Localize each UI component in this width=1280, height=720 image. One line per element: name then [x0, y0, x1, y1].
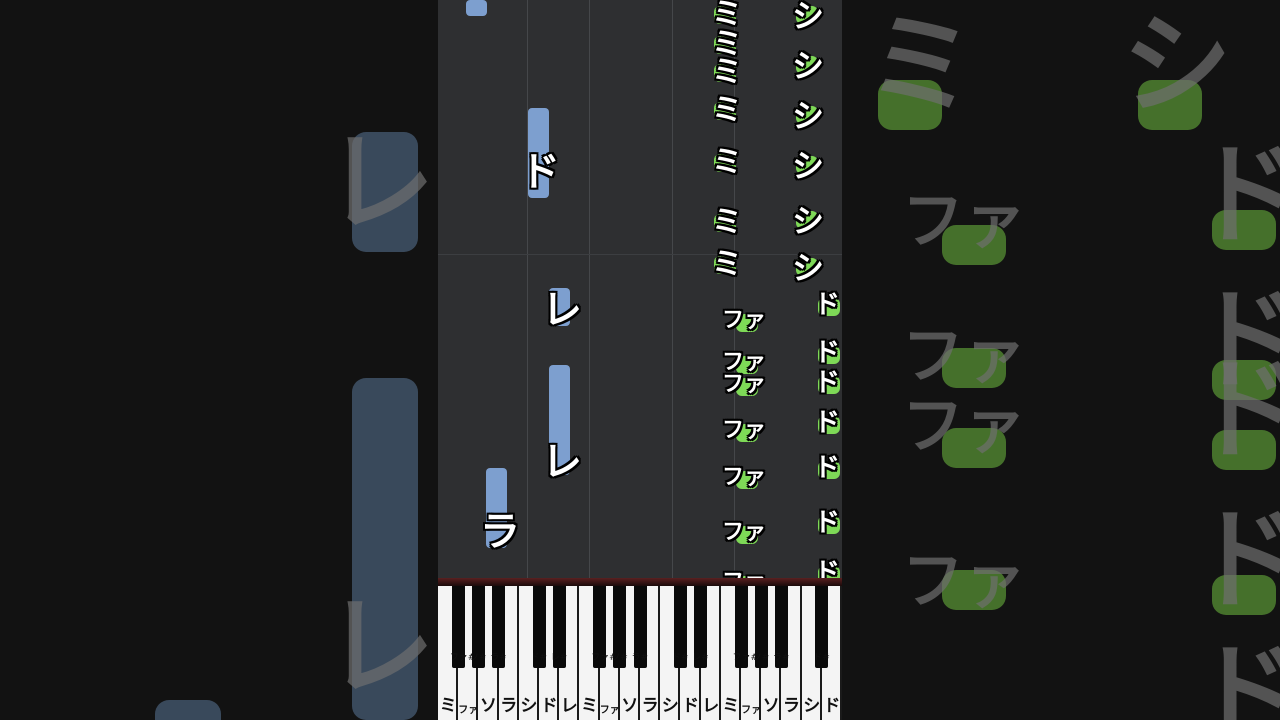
white-key-label: シ: [661, 696, 679, 716]
grid-line: [527, 0, 528, 578]
note-label: シ: [792, 249, 825, 287]
note-label: ファ: [722, 418, 767, 443]
black-key-label: ソ#: [469, 653, 487, 663]
note-label: ド: [814, 338, 841, 368]
white-key-label: ミ: [439, 696, 457, 716]
note-label: ファ: [722, 308, 767, 333]
note-label: ファ: [722, 372, 767, 397]
note-label: ド: [814, 453, 841, 483]
white-key-label: ラ: [500, 696, 518, 716]
white-key-label: ド: [823, 696, 841, 716]
note-label: ラ: [480, 509, 520, 555]
black-key-label: ド#: [813, 653, 830, 663]
blur-label: ド: [1192, 631, 1280, 720]
blur-label: レ: [325, 119, 435, 247]
background-left-blur: レ レ: [0, 0, 438, 720]
blur-label: ファ: [902, 319, 1027, 392]
note-label: シ: [792, 47, 825, 85]
note-label: ミ: [712, 247, 742, 282]
note-label: ド: [814, 368, 841, 398]
black-key-label: ラ#: [772, 653, 790, 663]
piano-roll-stage: ドレレラミミミミミミミシシシシシシファファファファファファファドドドドドドド ミ…: [438, 0, 842, 720]
grid-line: [438, 254, 842, 255]
note-label: シ: [792, 97, 825, 135]
white-key-label: レ: [560, 696, 578, 716]
white-key-label: ファ: [599, 705, 620, 716]
note-label: ド: [814, 408, 841, 438]
black-key-label: ド#: [671, 653, 689, 663]
white-key-label: ラ: [641, 696, 659, 716]
black-key-label: レ#: [550, 653, 568, 663]
blur-label: シ: [1122, 1, 1232, 129]
note-label: レ: [542, 439, 582, 485]
falling-note-blue: [466, 0, 487, 16]
note-label: ミ: [712, 145, 742, 180]
white-key-label: レ: [702, 696, 720, 716]
white-key-label: ミ: [722, 696, 740, 716]
keyboard-hit-line: [438, 578, 842, 586]
black-key-label: ド#: [530, 653, 548, 663]
note-label: ド: [814, 508, 841, 538]
white-key-label: ミ: [580, 696, 598, 716]
blur-label: ド: [1192, 346, 1280, 474]
note-label: シ: [792, 0, 825, 35]
background-right-blur: ミ シ ド ファ ド ファ ド ファ ド ファ ド: [842, 0, 1280, 720]
blur-label: ファ: [902, 389, 1027, 462]
blur-label: ド: [1192, 131, 1280, 259]
blur-label: ファ: [902, 544, 1027, 617]
white-key-label: ソ: [762, 696, 780, 716]
grid-line: [672, 0, 673, 578]
white-key-label: シ: [803, 696, 821, 716]
note-label: ファ: [722, 350, 767, 375]
piano-keyboard[interactable]: ミファソラシドレミファソラシドレミファソラシドファ# ソ# ラ# ド# レ# ファ# ソ# ラ…: [438, 586, 842, 720]
note-label: ミ: [712, 205, 742, 240]
white-key-label: ド: [540, 696, 558, 716]
black-key-label: ソ#: [611, 653, 628, 663]
white-key-label: ソ: [621, 696, 639, 716]
note-label: ド: [814, 290, 841, 320]
note-label: ファ: [722, 465, 767, 490]
blur-label: ファ: [902, 184, 1027, 257]
note-label: ミ: [712, 55, 742, 90]
white-key-label: ファ: [458, 705, 479, 716]
blur-note-blue: [155, 700, 221, 720]
white-key-label: ソ: [479, 696, 497, 716]
note-label: ド: [520, 149, 560, 195]
black-key-label: ソ#: [752, 653, 770, 663]
white-key-label: ド: [681, 696, 699, 716]
white-key-label: シ: [520, 696, 538, 716]
blur-label: レ: [325, 583, 435, 711]
black-key-label: ラ#: [490, 653, 507, 663]
note-label: ミ: [712, 93, 742, 128]
note-label: レ: [542, 287, 582, 333]
blur-label: ド: [1192, 496, 1280, 624]
black-key-label: ラ#: [631, 653, 649, 663]
white-key-label: ラ: [782, 696, 800, 716]
note-label: シ: [792, 202, 825, 240]
blur-label: ミ: [866, 1, 976, 129]
white-key-label: ファ: [741, 705, 762, 716]
note-label: シ: [792, 147, 825, 185]
note-label: ファ: [722, 520, 767, 545]
black-key-label: レ#: [692, 653, 709, 663]
note-label: ミ: [712, 0, 742, 32]
grid-line: [589, 0, 590, 578]
